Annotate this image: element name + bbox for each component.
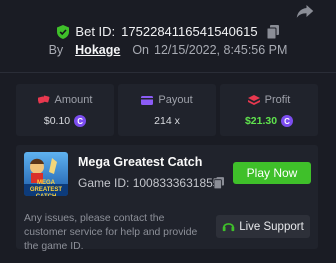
game-title: Mega Greatest Catch — [78, 155, 203, 169]
divider — [0, 72, 336, 73]
stat-profit-label: Profit — [264, 94, 291, 106]
live-support-label: Live Support — [239, 220, 304, 233]
coin-icon: C — [281, 115, 294, 127]
copy-icon[interactable] — [266, 24, 279, 39]
copy-icon[interactable] — [214, 177, 224, 189]
stat-payout-value: 214 x — [154, 115, 180, 127]
stat-payout-label: Payout — [158, 94, 193, 106]
stat-payout: Payout 214 x — [118, 84, 216, 136]
stat-amount-label: Amount — [54, 94, 93, 106]
bet-id-row: Bet ID: 1752284116541540615 — [0, 24, 336, 39]
bet-datetime: 12/15/2022, 8:45:56 PM — [154, 43, 288, 57]
username-link[interactable]: Hokage — [75, 43, 120, 57]
bet-meta-row: By Hokage On 12/15/2022, 8:45:56 PM — [0, 43, 336, 57]
game-id-label: Game ID: — [78, 176, 130, 190]
on-label: On — [132, 43, 149, 57]
shield-icon — [57, 24, 70, 39]
stat-profit-value: $21.30 — [244, 115, 278, 127]
bet-id-value: 1752284116541540615 — [121, 24, 258, 39]
game-card: MEGA GREATEST CATCH Mega Greatest Catch … — [16, 145, 318, 252]
play-now-button[interactable]: Play Now — [233, 162, 311, 184]
by-label: By — [48, 43, 64, 57]
stat-amount-value: $0.10 — [43, 115, 71, 127]
wallet-icon — [141, 96, 154, 105]
game-id-row: Game ID: 1008333631855 — [78, 176, 224, 190]
live-support-button[interactable]: Live Support — [216, 215, 310, 238]
bet-id-label: Bet ID: — [75, 24, 116, 39]
dice-icon — [37, 95, 49, 104]
stat-profit: Profit $21.30 C — [220, 84, 318, 136]
support-help-text: Any issues, please contact the customer … — [24, 213, 198, 252]
game-id-value: 1008333631855 — [132, 176, 220, 190]
game-thumbnail-text: MEGA GREATEST CATCH — [29, 180, 63, 196]
stack-icon — [247, 95, 260, 105]
share-icon[interactable] — [296, 3, 314, 19]
stat-amount: Amount $0.10 C — [16, 84, 114, 136]
headset-icon — [222, 223, 235, 232]
game-thumbnail[interactable]: MEGA GREATEST CATCH — [24, 152, 68, 196]
coin-icon: C — [74, 115, 87, 127]
bet-stats: Amount $0.10 C Payout 214 x Profit $21.3… — [16, 84, 318, 136]
